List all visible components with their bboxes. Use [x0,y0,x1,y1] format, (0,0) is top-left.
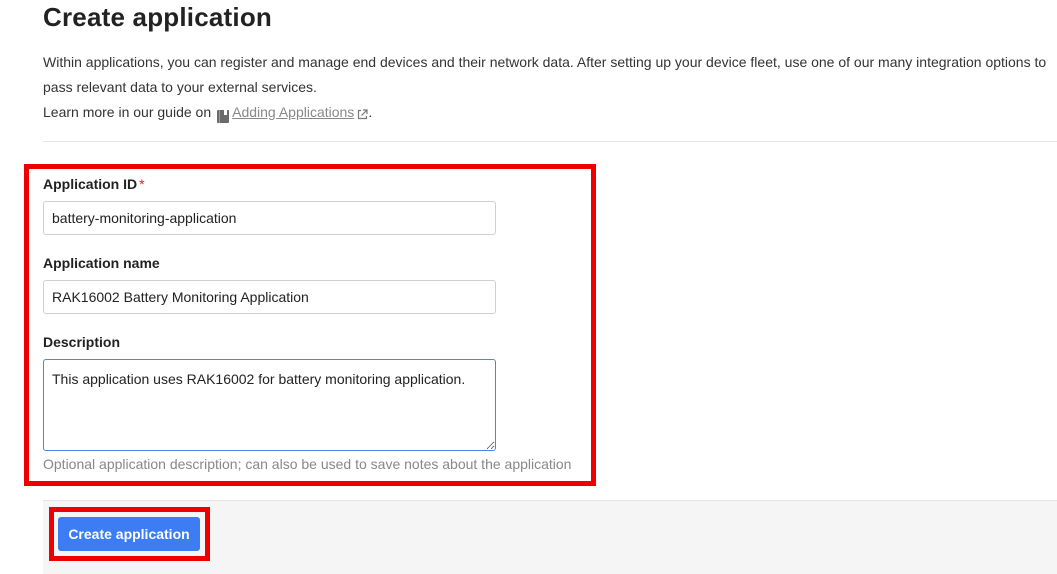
description-help-text: Optional application description; can al… [43,456,572,472]
required-marker: * [139,176,145,192]
section-divider [43,141,1057,142]
guide-prefix: Learn more in our guide on [43,104,212,120]
intro-section: Within applications, you can register an… [43,50,1053,125]
guide-line: Learn more in our guide on Adding Applic… [43,100,1053,125]
application-id-label: Application ID * [43,176,145,192]
application-id-input[interactable] [43,201,496,235]
application-id-label-text: Application ID [43,176,138,192]
page-title: Create application [43,2,272,32]
external-link-icon [357,103,368,120]
book-icon [217,106,230,123]
guide-suffix: . [368,104,373,120]
description-textarea[interactable]: This application uses RAK16002 for batte… [43,359,496,451]
create-application-button[interactable]: Create application [58,517,200,551]
application-name-input[interactable] [43,280,496,314]
guide-link[interactable]: Adding Applications [232,100,354,125]
application-name-label: Application name [43,255,160,271]
intro-text: Within applications, you can register an… [43,54,1047,95]
create-application-page: Create application Within applications, … [0,0,1057,574]
description-label: Description [43,334,121,350]
